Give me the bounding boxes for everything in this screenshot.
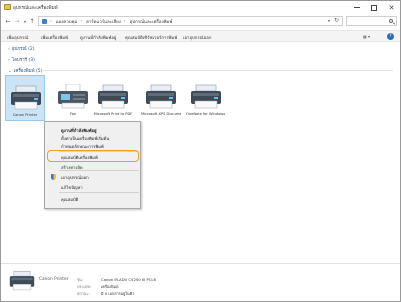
chevron-down-icon: ⌄ <box>8 69 12 74</box>
group-label: ไลบรารี (3) <box>11 58 35 63</box>
menu-item-remove-device[interactable]: เอาอุปกรณ์ออก <box>61 174 89 181</box>
details-model-key: รุ่น: <box>77 277 83 282</box>
breadcrumb-hardware-sound[interactable]: ฮาร์ดแวร์และเสียง <box>86 18 121 25</box>
refresh-icon[interactable]: ↻ <box>334 17 339 24</box>
maximize-button[interactable] <box>365 1 382 14</box>
device-onenote[interactable]: OneNote for Windows 10 <box>186 75 226 121</box>
group-devices[interactable]: › อุปกรณ์ (2) <box>8 45 35 52</box>
device-fax[interactable]: Fax <box>53 75 93 121</box>
device-label: Microsoft Print to PDF <box>93 112 133 116</box>
fax-icon <box>58 84 88 109</box>
group-divider <box>41 70 393 71</box>
breadcrumb-control-panel[interactable]: แผงควบคุม <box>56 18 78 25</box>
breadcrumb-separator: › <box>123 18 126 24</box>
menu-item-troubleshoot[interactable]: แก้ไขปัญหา <box>61 184 83 191</box>
chevron-right-icon: › <box>8 58 10 63</box>
add-printer-button[interactable]: เพิ่มเครื่องพิมพ์ <box>41 34 68 41</box>
device-microsoft-xps-writer[interactable]: Microsoft XPS Document Writer <box>141 75 181 121</box>
menu-item-see-whats-printing[interactable]: ดูงานที่กำลังพิมพ์อยู่ <box>61 127 97 134</box>
printer-icon <box>98 84 128 109</box>
menu-separator <box>59 170 139 171</box>
group-libraries[interactable]: › ไลบรารี (3) <box>8 56 35 63</box>
control-panel-icon <box>42 18 47 24</box>
breadcrumb-separator: › <box>50 18 52 24</box>
printer-icon <box>146 84 176 109</box>
help-button[interactable]: ? <box>387 33 394 40</box>
shield-icon <box>51 174 56 180</box>
details-category-key: ประเภท: <box>77 284 92 289</box>
menu-item-properties[interactable]: คุณสมบัติ <box>61 196 78 203</box>
address-row: ← → ▾ ↑ › แผงควบคุม › ฮาร์ดแวร์และเสียง … <box>1 14 400 29</box>
devices-printers-icon <box>4 4 11 10</box>
group-label: เครื่องพิมพ์ (5) <box>13 69 43 74</box>
address-dropdown-icon[interactable]: ▾ <box>328 18 330 23</box>
remove-device-button[interactable]: เอาอุปกรณ์ออก <box>183 34 211 41</box>
see-whats-printing-button[interactable]: ดูงานที่กำลังพิมพ์อยู่ <box>80 34 116 41</box>
devices-and-printers-window: อุปกรณ์และเครื่องพิมพ์ ✕ ← → ▾ ↑ › แผงคว… <box>0 0 401 302</box>
device-label: Microsoft XPS Document Writer <box>141 112 181 116</box>
details-device-name: Canon Printer <box>39 277 69 282</box>
print-server-properties-button[interactable]: คุณสมบัติเซิร์ฟเวอร์การพิมพ์ <box>125 34 177 41</box>
up-icon[interactable]: ↑ <box>28 17 36 26</box>
window-title: อุปกรณ์และเครื่องพิมพ์ <box>13 6 58 11</box>
breadcrumb-separator: › <box>80 18 83 24</box>
printer-icon <box>11 85 41 110</box>
search-input[interactable] <box>346 16 397 26</box>
context-menu: ดูงานที่กำลังพิมพ์อยู่ ตั้งค่าเป็นเครื่อ… <box>44 121 141 209</box>
back-icon[interactable]: ← <box>4 17 12 26</box>
address-bar[interactable]: › แผงควบคุม › ฮาร์ดแวร์และเสียง › อุปกรณ… <box>38 16 343 26</box>
device-label: Canon Printer <box>12 113 38 117</box>
chevron-right-icon: › <box>8 47 10 52</box>
details-model-value: Canon iR-ADV C5250 III PCL6 <box>101 277 156 282</box>
search-icon <box>389 19 393 23</box>
menu-item-printing-preferences[interactable]: กำหนดลักษณะการพิมพ์ <box>61 143 104 150</box>
title-bar: อุปกรณ์และเครื่องพิมพ์ ✕ <box>1 1 400 14</box>
device-label: Fax <box>69 112 77 116</box>
group-label: อุปกรณ์ (2) <box>11 47 35 52</box>
command-bar: เพิ่มอุปกรณ์ เพิ่มเครื่องพิมพ์ ดูงานที่ก… <box>1 30 400 42</box>
printer-icon <box>9 271 35 291</box>
menu-item-set-default-printer[interactable]: ตั้งค่าเป็นเครื่องพิมพ์เริ่มต้น <box>61 135 109 142</box>
printer-icon <box>191 84 221 109</box>
device-canon-printer[interactable]: Canon Printer <box>5 75 45 121</box>
details-category-value: เครื่องพิมพ์ <box>101 284 119 289</box>
breadcrumb-devices-printers[interactable]: อุปกรณ์และเครื่องพิมพ์ <box>130 18 173 25</box>
details-status-key: สถานะ: <box>77 291 90 296</box>
device-microsoft-print-to-pdf[interactable]: Microsoft Print to PDF <box>93 75 133 121</box>
menu-item-printer-properties[interactable]: คุณสมบัติเครื่องพิมพ์ <box>61 154 98 161</box>
details-pane: Canon Printer รุ่น: Canon iR-ADV C5250 I… <box>1 263 400 301</box>
group-printers[interactable]: ⌄ เครื่องพิมพ์ (5) <box>8 67 42 74</box>
minimize-button[interactable] <box>348 1 365 14</box>
device-label: OneNote for Windows 10 <box>186 112 226 116</box>
view-options-icon[interactable]: ▦ ▾ <box>363 34 370 39</box>
forward-icon[interactable]: → <box>13 17 21 26</box>
add-device-button[interactable]: เพิ่มอุปกรณ์ <box>7 34 28 41</box>
menu-separator <box>59 192 139 193</box>
close-button[interactable]: ✕ <box>383 1 400 14</box>
details-status-value: มี 0 เอกสารอยู่ในคิว <box>101 291 135 296</box>
